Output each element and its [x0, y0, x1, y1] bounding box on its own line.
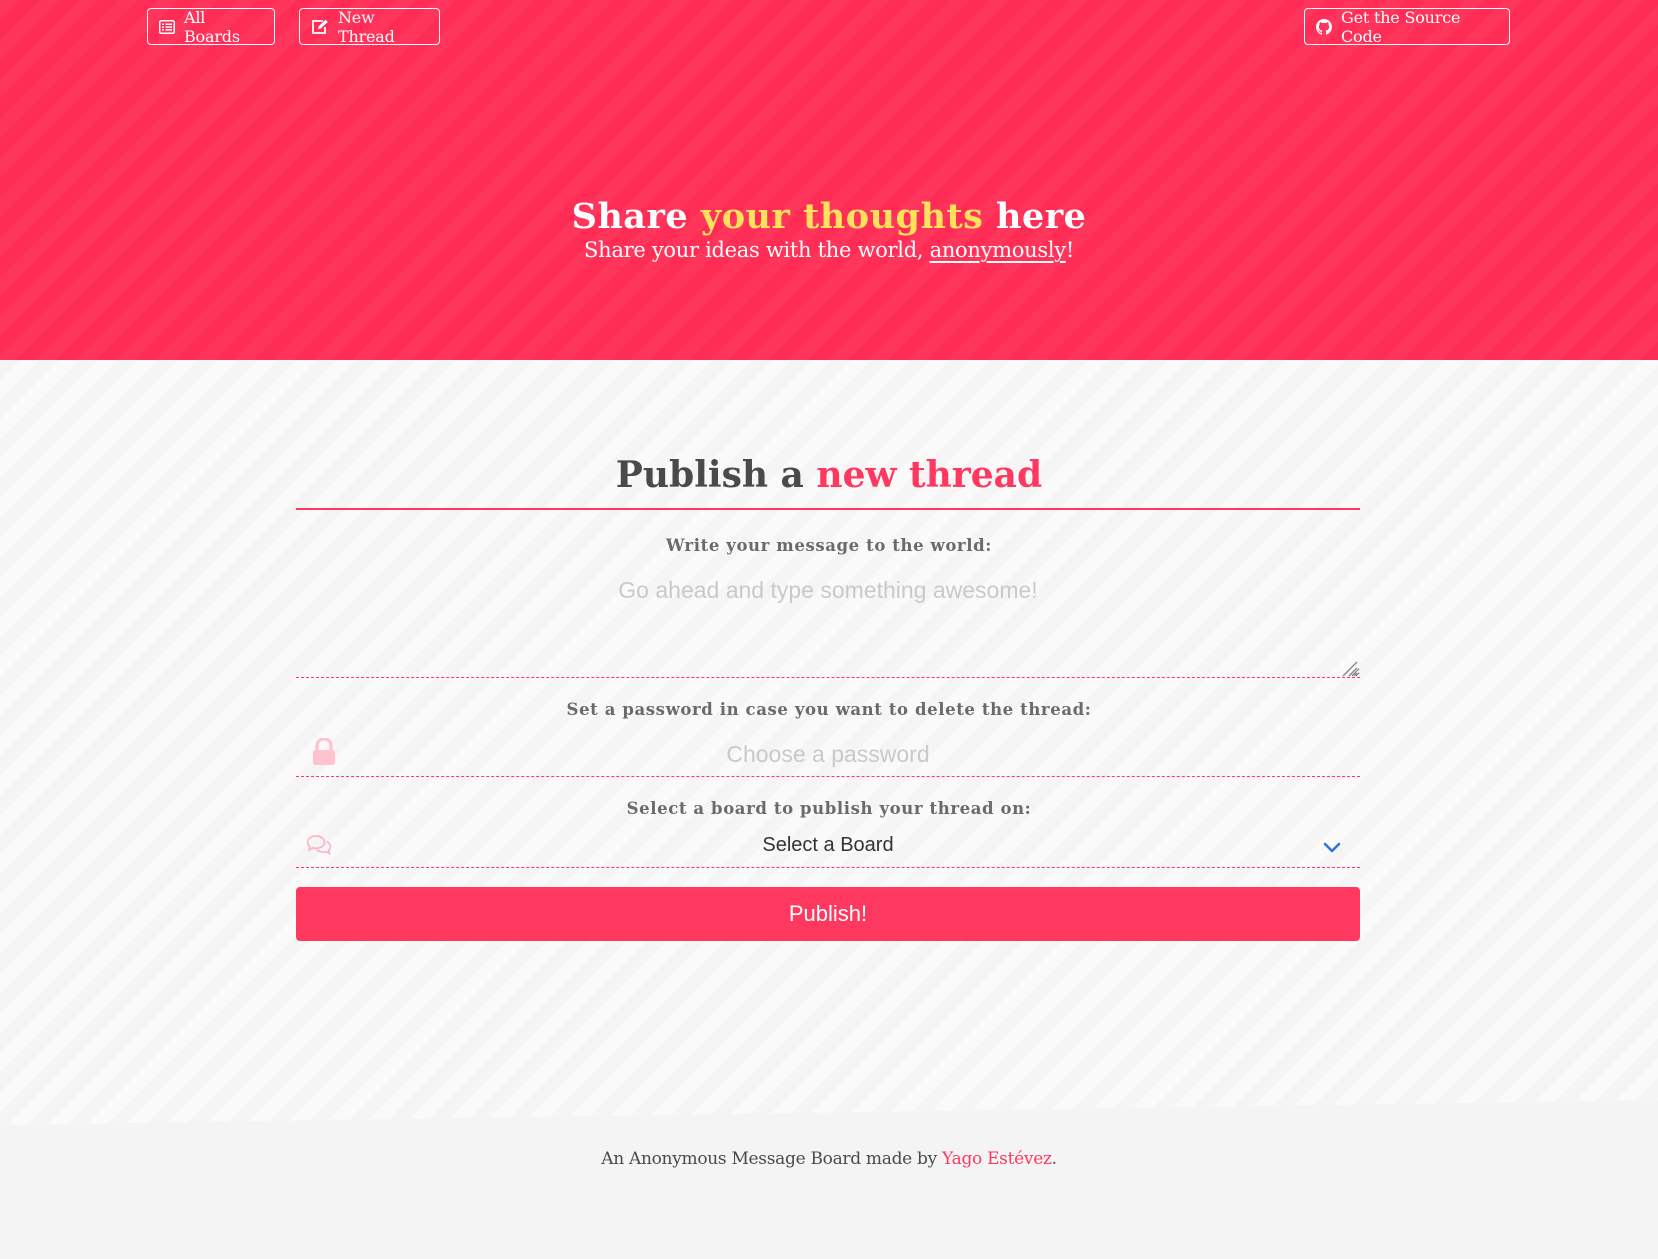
password-label: Set a password in case you want to delet… [566, 700, 1092, 719]
anonymously-link[interactable]: anonymously [930, 238, 1067, 262]
hero-subtitle: Share your ideas with the world, anonymo… [0, 238, 1658, 262]
hero-subtitle-post: ! [1065, 238, 1074, 262]
hero-title-highlight: your thoughts [700, 196, 984, 237]
github-icon [1316, 18, 1332, 35]
resize-grip-icon[interactable] [1340, 659, 1358, 681]
chevron-down-icon [1322, 840, 1342, 859]
source-code-button[interactable]: Get the Source Code [1304, 7, 1510, 46]
title-divider [296, 508, 1360, 510]
all-boards-label: All Boards [184, 7, 240, 46]
publish-button[interactable]: Publish! [296, 887, 1360, 941]
list-icon [159, 19, 175, 34]
publish-title-pre: Publish a [615, 454, 817, 496]
hero-title: Share your thoughts here [0, 196, 1658, 237]
author-link[interactable]: Yago Estévez [942, 1149, 1052, 1169]
all-boards-button[interactable]: All Boards [147, 7, 275, 46]
new-thread-label: New Thread [338, 7, 395, 46]
footer-text: An Anonymous Message Board made by Yago … [0, 1149, 1658, 1169]
publish-title: Publish a new thread [0, 454, 1658, 496]
board-select-value: Select a Board [762, 834, 894, 856]
lock-icon [311, 737, 337, 770]
source-code-label: Get the Source Code [1341, 7, 1461, 46]
message-label: Write your message to the world: [666, 536, 992, 555]
edit-icon [311, 19, 329, 35]
hero-title-post: here [983, 196, 1087, 237]
hero-title-pre: Share [571, 196, 701, 237]
password-input[interactable] [296, 732, 1360, 777]
new-thread-button[interactable]: New Thread [299, 7, 440, 46]
board-label: Select a board to publish your thread on… [626, 799, 1032, 818]
hero-subtitle-pre: Share your ideas with the world, [584, 238, 930, 262]
footer-text-post: . [1051, 1149, 1057, 1169]
message-textarea[interactable] [296, 566, 1360, 678]
publish-title-highlight: new thread [816, 454, 1043, 496]
footer-text-pre: An Anonymous Message Board made by [601, 1149, 943, 1169]
board-select[interactable]: Select a Board [296, 828, 1360, 868]
